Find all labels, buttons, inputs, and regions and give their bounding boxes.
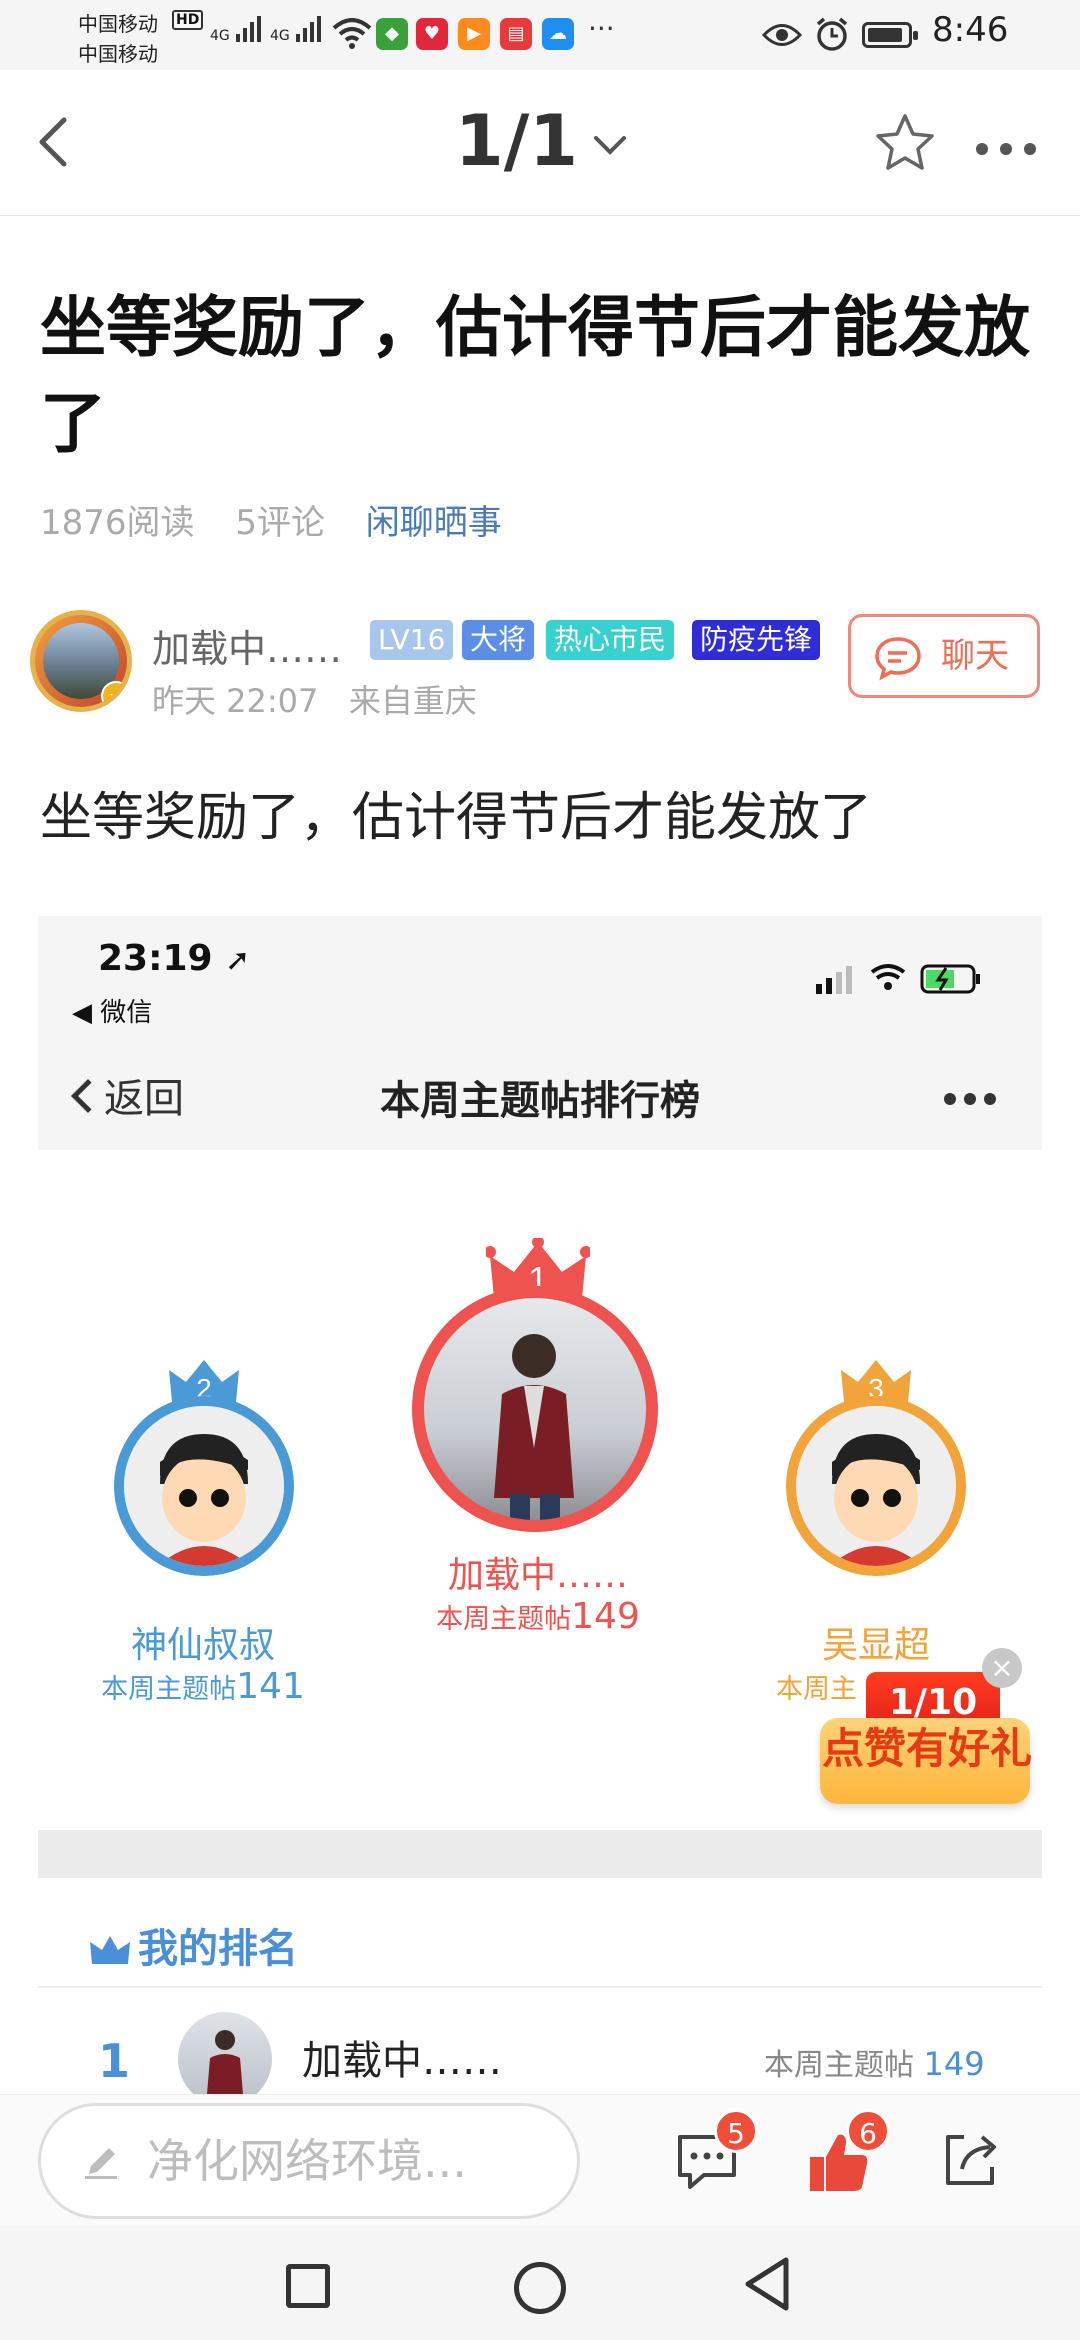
battery-icon (862, 22, 918, 48)
post-location: 来自重庆 (348, 682, 477, 720)
app-notify-icon-2: ♥ (416, 18, 448, 50)
chat-label: 聊天 (941, 636, 1009, 676)
my-name: 加载中…… (302, 2038, 502, 2084)
app-notify-icon-1: ◆ (376, 18, 408, 50)
second-avatar-ring (114, 1396, 294, 1576)
row-divider (38, 1986, 1042, 1988)
embedded-wechat-back: ◀ 微信 (72, 998, 153, 1028)
post-image[interactable]: 23:19 ➚ ◀ 微信 返回 本周主题帖排行榜 1 加载中…… 本周主题帖14… (38, 916, 1042, 2094)
level-badge: LV16 (370, 620, 454, 660)
home-button[interactable] (514, 2262, 566, 2314)
favorite-star-icon[interactable] (872, 110, 938, 176)
read-count: 1876阅读 (40, 503, 195, 543)
promo-text: 点赞有好礼 (822, 1724, 1033, 1773)
system-nav-bar (0, 2226, 1080, 2340)
chevron-down-icon[interactable] (590, 126, 630, 166)
post-time: 昨天 22:07 来自重庆 (152, 676, 477, 722)
first-name: 加载中…… (447, 1555, 628, 1596)
network-type-2: 4G (270, 28, 290, 44)
citizen-badge: 热心市民 (546, 620, 675, 660)
app-notify-icon-4: ▤ (500, 18, 532, 50)
pencil-icon (85, 2148, 117, 2179)
my-rank-number: 1 (98, 2034, 131, 2088)
section-divider (38, 1830, 1042, 1878)
comment-placeholder: 净化网络环境... (147, 2134, 467, 2188)
author-avatar[interactable]: v (30, 610, 132, 712)
embedded-header: 23:19 ➚ ◀ 微信 返回 本周主题帖排行榜 (38, 916, 1042, 1150)
comment-count: 5评论 (235, 503, 325, 543)
pioneer-badge: 防疫先锋 (692, 620, 821, 660)
my-avatar (178, 2012, 272, 2094)
carrier-name-2: 中国移动 (78, 42, 158, 66)
verified-icon: v (101, 681, 127, 707)
app-notify-icon-5: ☁ (542, 18, 574, 50)
page-indicator[interactable]: 1/1 (455, 100, 578, 182)
chat-bubble-icon (875, 637, 921, 681)
signal-icon-1: 4G (210, 14, 264, 44)
clock: 8:46 (932, 10, 1009, 50)
hd-indicator: HD (172, 10, 204, 30)
like-count-badge: 6 (846, 2109, 890, 2153)
embedded-page-title: 本周主题帖排行榜 (380, 1078, 700, 1124)
post-title: 坐等奖励了，估计得节后才能发放了 (40, 289, 1030, 462)
more-notifications-icon: ··· (588, 12, 615, 45)
top-nav-bar: 1/1 (0, 70, 1080, 216)
post-timestamp: 昨天 22:07 (152, 682, 319, 720)
status-bar: 中国移动 HD 中国移动 4G 4G ◆ ♥ ▶ ▤ ☁ ··· 8:46 (0, 0, 1080, 70)
comment-input[interactable]: 净化网络环境... (38, 2103, 580, 2219)
embedded-time: 23:19 ➚ (98, 938, 251, 979)
like-reward-promo[interactable]: 1/10 点赞有好礼 × (820, 1648, 1032, 1828)
back-triangle-icon[interactable] (742, 2256, 792, 2312)
signal-icon-2: 4G (270, 14, 324, 44)
network-type-1: 4G (210, 28, 230, 44)
third-avatar-ring (786, 1396, 966, 1576)
second-count: 本周主题帖141 (101, 1666, 305, 1707)
post-body: 坐等奖励了，估计得节后才能发放了 (40, 788, 873, 848)
my-rank-title: 我的排名 (88, 1916, 298, 1974)
my-count: 本周主题帖 149 (764, 2045, 985, 2083)
embedded-more-icon (944, 1090, 1004, 1109)
rank-badge: 大将 (462, 620, 535, 660)
first-avatar-ring (412, 1286, 658, 1532)
carrier-name-1: 中国移动 (78, 12, 158, 36)
back-arrow-icon[interactable] (28, 112, 88, 172)
wifi-icon (332, 18, 372, 49)
bottom-action-bar: 净化网络环境... 5 6 (0, 2094, 1080, 2226)
author-name[interactable]: 加载中…… (152, 618, 342, 673)
first-count: 本周主题帖149 (436, 1596, 640, 1637)
comment-count-badge: 5 (714, 2109, 758, 2153)
topic-link[interactable]: 闲聊晒事 (366, 503, 502, 543)
chat-button[interactable]: 聊天 (848, 614, 1040, 698)
embedded-status-icons (814, 958, 1024, 1002)
app-notify-icon-3: ▶ (458, 18, 490, 50)
more-options-icon[interactable] (976, 136, 1048, 160)
crown-icon (90, 1936, 130, 1964)
second-name: 神仙叔叔 (130, 1625, 275, 1666)
post-meta: 1876阅读 5评论 闲聊晒事 (40, 495, 502, 544)
alarm-icon (816, 17, 848, 51)
close-icon[interactable]: × (982, 1648, 1022, 1688)
share-icon[interactable] (940, 2129, 1002, 2191)
eye-icon (762, 24, 802, 46)
recent-apps-button[interactable] (286, 2264, 330, 2308)
